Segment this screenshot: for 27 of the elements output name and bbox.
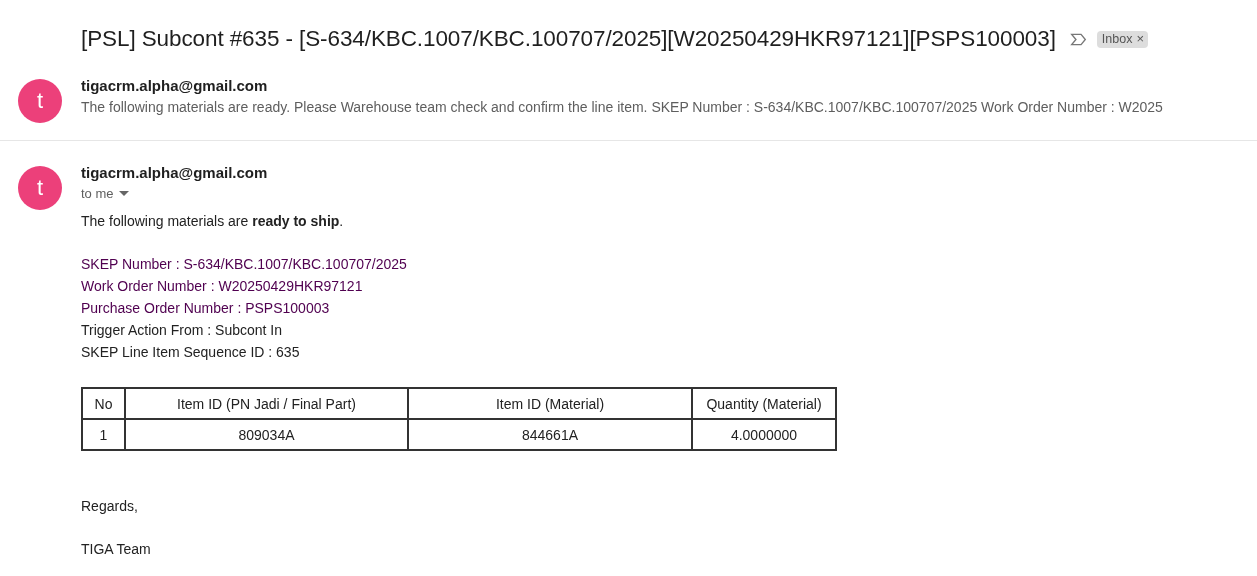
avatar: t xyxy=(18,79,62,123)
signature-text: TIGA Team xyxy=(81,540,152,559)
avatar: t xyxy=(18,166,62,210)
table-cell: 844661A xyxy=(408,419,692,450)
body-text: SKEP Number : S-634/KBC.1007/KBC.100707/2025 xyxy=(81,255,408,274)
table-cell: 4.0000000 xyxy=(692,419,836,450)
table-header-cell: No xyxy=(82,388,125,419)
table-header-cell: Item ID (PN Jadi / Final Part) xyxy=(125,388,408,419)
body-text: Work Order Number : W20250429HKR97121 xyxy=(81,277,364,296)
table-header-cell: Quantity (Material) xyxy=(692,388,836,419)
label-text: Inbox xyxy=(1101,31,1133,46)
sender-email: tigacrm.alpha@gmail.com xyxy=(81,163,269,183)
body-text: The following materials are ready to ship. xyxy=(81,212,345,231)
table-cell: 809034A xyxy=(125,419,408,450)
body-text: Purchase Order Number : PSPS100003 xyxy=(81,299,331,318)
message-snippet: The following materials are ready. Please Warehouse team check and confirm the line item. SKEP Number : S-634/KBC.1007/KBC.100707/2025 Work Order Number : W2025 xyxy=(81,98,1163,117)
table-header-cell: Item ID (Material) xyxy=(408,388,692,419)
body-text: SKEP Line Item Sequence ID : 635 xyxy=(81,343,301,362)
closing-text: Regards, xyxy=(81,497,139,516)
table-cell: 1 xyxy=(82,419,125,450)
importance-marker-icon[interactable] xyxy=(1069,32,1087,46)
sender-email: tigacrm.alpha@gmail.com xyxy=(81,76,269,96)
remove-label-button[interactable]: × xyxy=(1132,32,1144,45)
body-text: Trigger Action From : Subcont In xyxy=(81,321,283,340)
email-subject: [PSL] Subcont #635 - [S-634/KBC.1007/KBC.100707/2025][W20250429HKR97121][PSPS100003] xyxy=(81,26,1056,52)
recipient-text: to me xyxy=(81,186,114,201)
dropdown-caret-icon[interactable] xyxy=(118,191,129,196)
